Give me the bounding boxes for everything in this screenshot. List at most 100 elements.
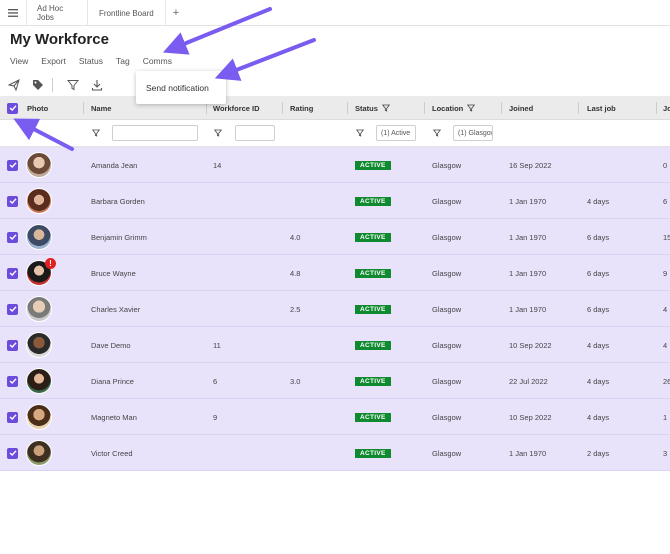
table-row[interactable]: Diana Prince 6 3.0 ACTIVE Glasgow 22 Jul… xyxy=(0,363,670,399)
last-job-cell: 4 days xyxy=(587,340,610,350)
page-title: My Workforce xyxy=(10,31,109,48)
send-icon[interactable] xyxy=(4,75,24,95)
column-header-status[interactable]: Status xyxy=(355,96,390,120)
workforce-id-filter-input[interactable] xyxy=(235,125,275,141)
menu-status[interactable]: Status xyxy=(79,56,103,66)
checkbox-checked-icon xyxy=(7,195,18,207)
avatar[interactable] xyxy=(26,188,52,214)
tab-ad-hoc-jobs[interactable]: Ad Hoc Jobs xyxy=(26,0,87,26)
row-checkbox[interactable] xyxy=(7,435,18,471)
table-row[interactable]: Barbara Gorden ACTIVE Glasgow 1 Jan 1970… xyxy=(0,183,670,219)
avatar[interactable] xyxy=(26,224,52,250)
rating-cell: 4.0 xyxy=(290,232,301,242)
column-header-joined[interactable]: Joined xyxy=(509,96,533,120)
photo-cell xyxy=(26,363,52,399)
last-job-cell: 4 days xyxy=(587,376,610,386)
avatar[interactable] xyxy=(26,368,52,394)
table-body: Amanda Jean 14 ACTIVE Glasgow 16 Sep 202… xyxy=(0,147,670,471)
annotation-arrow xyxy=(214,38,316,81)
name-cell: Dave Demo xyxy=(91,340,131,350)
menu-tag[interactable]: Tag xyxy=(116,56,130,66)
filter-icon[interactable] xyxy=(92,129,100,137)
workforce-id-cell: 6 xyxy=(213,376,218,386)
joined-cell: 16 Sep 2022 xyxy=(509,160,552,170)
menu-comms[interactable]: Comms xyxy=(143,56,172,66)
last-job-cell: 4 days xyxy=(587,412,610,422)
row-checkbox[interactable] xyxy=(7,147,18,183)
column-header-location[interactable]: Location xyxy=(432,96,476,120)
filter-icon[interactable] xyxy=(63,75,83,95)
hamburger-menu-icon[interactable] xyxy=(0,0,26,26)
download-icon[interactable] xyxy=(87,75,107,95)
status-filter: (1) Active xyxy=(356,125,416,141)
location-cell: Glasgow xyxy=(432,448,462,458)
toolbar xyxy=(0,75,107,95)
status-filter-input[interactable]: (1) Active xyxy=(376,125,416,141)
avatar[interactable] xyxy=(26,332,52,358)
name-cell: Victor Creed xyxy=(91,448,133,458)
status-cell: ACTIVE xyxy=(355,255,391,291)
status-badge: ACTIVE xyxy=(355,232,391,242)
avatar[interactable] xyxy=(26,404,52,430)
send-notification-item[interactable]: Send notification xyxy=(146,83,209,93)
workforce-id-cell: 14 xyxy=(213,160,222,170)
last-job-cell: 4 days xyxy=(587,196,610,206)
filter-icon[interactable] xyxy=(467,104,476,112)
add-tab-button[interactable]: + xyxy=(166,0,186,26)
table-row[interactable]: ! Bruce Wayne 4.8 ACTIVE Glasgow 1 Jan 1… xyxy=(0,255,670,291)
menu-export[interactable]: Export xyxy=(41,56,66,66)
row-checkbox[interactable] xyxy=(7,327,18,363)
location-filter-input[interactable]: (1) Glasgow xyxy=(453,125,493,141)
jobs-cell: 3 xyxy=(663,448,668,458)
avatar[interactable] xyxy=(26,296,52,322)
tab-bar: Ad Hoc Jobs Frontline Board + xyxy=(0,0,670,26)
row-checkbox[interactable] xyxy=(7,291,18,327)
checkbox-checked-icon xyxy=(7,159,18,171)
row-checkbox[interactable] xyxy=(7,255,18,291)
avatar[interactable] xyxy=(26,440,52,466)
column-divider xyxy=(424,102,425,114)
table-row[interactable]: Benjamin Grimm 4.0 ACTIVE Glasgow 1 Jan … xyxy=(0,219,670,255)
status-badge: ACTIVE xyxy=(355,340,391,350)
column-header-photo[interactable]: Photo xyxy=(27,96,48,120)
column-header-last-job[interactable]: Last job xyxy=(587,96,616,120)
location-cell: Glasgow xyxy=(432,268,462,278)
avatar[interactable]: ! xyxy=(26,258,56,286)
filter-icon[interactable] xyxy=(214,129,222,137)
status-badge: ACTIVE xyxy=(355,304,391,314)
column-divider xyxy=(282,102,283,114)
name-cell: Magneto Man xyxy=(91,412,137,422)
menu-view[interactable]: View xyxy=(10,56,28,66)
column-header-jobs[interactable]: Jo xyxy=(663,96,670,120)
avatar[interactable] xyxy=(26,152,52,178)
filter-icon[interactable] xyxy=(381,104,390,112)
status-cell: ACTIVE xyxy=(355,399,391,435)
row-checkbox[interactable] xyxy=(7,363,18,399)
table-row[interactable]: Magneto Man 9 ACTIVE Glasgow 10 Sep 2022… xyxy=(0,399,670,435)
column-header-name[interactable]: Name xyxy=(91,96,111,120)
tag-icon[interactable] xyxy=(28,75,48,95)
row-checkbox[interactable] xyxy=(7,399,18,435)
filter-icon[interactable] xyxy=(356,129,364,137)
column-label: Status xyxy=(355,103,378,113)
comms-dropdown: Send notification xyxy=(136,71,226,104)
row-checkbox[interactable] xyxy=(7,219,18,255)
column-divider xyxy=(347,102,348,114)
table-row[interactable]: Charles Xavier 2.5 ACTIVE Glasgow 1 Jan … xyxy=(0,291,670,327)
table-row[interactable]: Victor Creed ACTIVE Glasgow 1 Jan 1970 2… xyxy=(0,435,670,471)
column-header-rating[interactable]: Rating xyxy=(290,96,313,120)
name-filter-input[interactable] xyxy=(112,125,198,141)
location-cell: Glasgow xyxy=(432,196,462,206)
photo-cell: ! xyxy=(26,255,56,291)
select-all-checkbox[interactable] xyxy=(7,96,18,120)
photo-cell xyxy=(26,291,52,327)
row-checkbox[interactable] xyxy=(7,183,18,219)
workforce-id-cell: 11 xyxy=(213,340,221,350)
filter-icon[interactable] xyxy=(433,129,441,137)
column-label: Location xyxy=(432,103,464,113)
table-row[interactable]: Dave Demo 11 ACTIVE Glasgow 10 Sep 2022 … xyxy=(0,327,670,363)
tab-frontline-board[interactable]: Frontline Board xyxy=(87,0,166,26)
filter-row: (1) Active (1) Glasgow xyxy=(0,120,670,147)
workforce-id-cell: 9 xyxy=(213,412,218,422)
table-row[interactable]: Amanda Jean 14 ACTIVE Glasgow 16 Sep 202… xyxy=(0,147,670,183)
